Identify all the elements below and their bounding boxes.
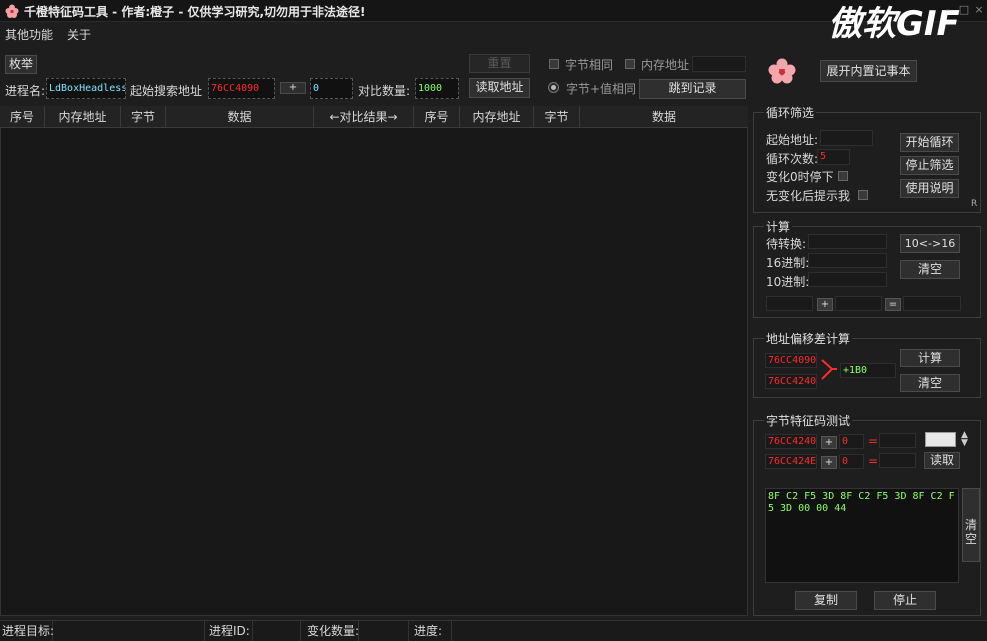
bytetest-addr-2[interactable]: 76CC424E (765, 454, 817, 469)
status-pid-label: 进程ID: (205, 621, 253, 641)
status-progress-value (452, 621, 987, 641)
calc-operand-1[interactable] (766, 296, 813, 311)
stop-on-change-label: 变化0时停下 (766, 170, 834, 184)
mem-addr-label: 内存地址 (641, 58, 690, 72)
start-loop-button[interactable]: 开始循环 (900, 133, 959, 152)
results-table[interactable] (0, 106, 748, 616)
window-title: 千橙特征码工具 - 作者:橙子 - 仅供学习研究,切勿用于非法途径! (24, 5, 366, 19)
bytetest-result-2 (879, 453, 916, 468)
pending-input[interactable] (808, 234, 887, 249)
status-target-label: 进程目标: (0, 621, 54, 641)
col-index-1[interactable]: 序号 (0, 106, 45, 128)
copy-button[interactable]: 复制 (795, 591, 857, 610)
mem-addr-input[interactable] (692, 56, 746, 72)
bytetest-read-button[interactable]: 读取 (924, 452, 960, 469)
reset-button[interactable]: 重置 (469, 54, 530, 73)
spinner-icon[interactable]: ▲ ▼ (961, 431, 968, 448)
menu-about[interactable]: 关于 (67, 26, 91, 43)
process-label: 进程名: (5, 84, 46, 98)
calc-equals-button[interactable]: = (885, 298, 901, 311)
byte-value-same-radio[interactable] (548, 82, 559, 93)
bytetest-equals-1: = (868, 434, 879, 448)
loop-corner-label: R (971, 199, 978, 209)
status-change-value (359, 621, 409, 641)
offset-clear-button[interactable]: 清空 (900, 374, 960, 392)
convert-button[interactable]: 10<->16 (900, 234, 960, 253)
loop-filter-title: 循环筛选 (764, 104, 817, 121)
flower-app-icon (5, 4, 19, 18)
help-button[interactable]: 使用说明 (900, 179, 959, 198)
bytetest-offset-1[interactable]: 0 (839, 434, 864, 449)
hex-output-textarea[interactable]: 8F C2 F5 3D 8F C2 F5 3D 8F C2 F5 3D 00 0… (765, 488, 959, 583)
status-pid-value (253, 621, 301, 641)
col-index-2[interactable]: 序号 (414, 106, 460, 128)
byte-value-same-label: 字节+值相同 (566, 82, 637, 96)
byte-test-title: 字节特征码测试 (764, 412, 853, 429)
col-mem-addr-2[interactable]: 内存地址 (460, 106, 534, 128)
col-mem-addr-1[interactable]: 内存地址 (45, 106, 121, 128)
minimize-button[interactable]: – (940, 2, 956, 18)
bytetest-equals-2: = (868, 454, 879, 468)
byte-same-label: 字节相同 (565, 58, 614, 72)
stop-filter-button[interactable]: 停止筛选 (900, 156, 959, 175)
close-button[interactable]: × (971, 2, 987, 18)
bytetest-plus-2[interactable]: + (821, 456, 837, 469)
hex-clear-label[interactable]: 清空 (964, 518, 978, 546)
maximize-button[interactable]: □ (956, 2, 972, 18)
start-search-addr-label: 起始搜索地址 (130, 84, 203, 98)
offset-addr-2[interactable]: 76CC4240 (765, 374, 817, 389)
start-search-addr-input[interactable]: 76CC4090 (208, 78, 275, 99)
hex-input[interactable] (808, 253, 887, 268)
col-data-1[interactable]: 数据 (166, 106, 314, 128)
calc-result (903, 296, 961, 311)
calc-plus-button[interactable]: + (817, 298, 833, 311)
process-name-input[interactable]: LdBoxHeadless (46, 78, 126, 99)
col-data-2[interactable]: 数据 (580, 106, 748, 128)
mem-addr-checkbox[interactable] (625, 59, 635, 69)
loop-count-label: 循环次数: (766, 152, 819, 166)
bytetest-plus-1[interactable]: + (821, 436, 837, 449)
status-change-label: 变化数量: (301, 621, 359, 641)
notify-no-change-label: 无变化后提示我 (766, 189, 851, 203)
stop-button[interactable]: 停止 (874, 591, 936, 610)
offset-diff-result: +1B0 (840, 363, 896, 378)
calc-operand-2[interactable] (835, 296, 882, 311)
col-byte-1[interactable]: 字节 (121, 106, 166, 128)
compare-count-input[interactable]: 1000 (415, 78, 459, 99)
read-address-button[interactable]: 读取地址 (469, 78, 530, 98)
col-byte-2[interactable]: 字节 (534, 106, 580, 128)
add-offset-button[interactable]: + (280, 82, 306, 94)
col-compare-result[interactable]: ←对比结果→ (314, 106, 414, 128)
jump-to-record-button[interactable]: 跳到记录 (639, 79, 746, 99)
offset-addr-1[interactable]: 76CC4090 (765, 353, 817, 368)
status-progress-label: 进度: (409, 621, 452, 641)
flower-icon (768, 58, 796, 84)
dec-label: 10进制: (766, 275, 810, 289)
expand-notepad-button[interactable]: 展开内置记事本 (820, 60, 917, 82)
bytetest-result-1 (879, 433, 916, 448)
offset-diff-title: 地址偏移差计算 (764, 330, 853, 347)
loop-start-addr-input[interactable] (820, 130, 873, 146)
offset-input[interactable]: 0 (310, 78, 353, 99)
offset-calc-button[interactable]: 计算 (900, 349, 960, 367)
notify-no-change-checkbox[interactable] (858, 190, 868, 200)
dec-input[interactable] (808, 272, 887, 287)
bytetest-offset-2[interactable]: 0 (839, 454, 864, 469)
byte-type-select[interactable] (925, 432, 956, 447)
pending-label: 待转换: (766, 237, 807, 251)
bytetest-addr-1[interactable]: 76CC4240 (765, 434, 817, 449)
compare-count-label: 对比数量: (358, 84, 411, 98)
status-target-value (53, 621, 205, 641)
loop-count-input[interactable]: 5 (817, 149, 850, 165)
hex-label: 16进制: (766, 256, 810, 270)
loop-start-addr-label: 起始地址: (766, 133, 819, 147)
calc-clear-button[interactable]: 清空 (900, 260, 960, 279)
byte-same-checkbox[interactable] (549, 59, 559, 69)
bracket-arrow-icon (821, 359, 837, 380)
menu-other-functions[interactable]: 其他功能 (5, 26, 53, 43)
stop-on-change-checkbox[interactable] (838, 171, 848, 181)
enum-button[interactable]: 枚举 (5, 55, 37, 74)
menu-bar (0, 23, 987, 45)
calc-title: 计算 (764, 218, 793, 235)
